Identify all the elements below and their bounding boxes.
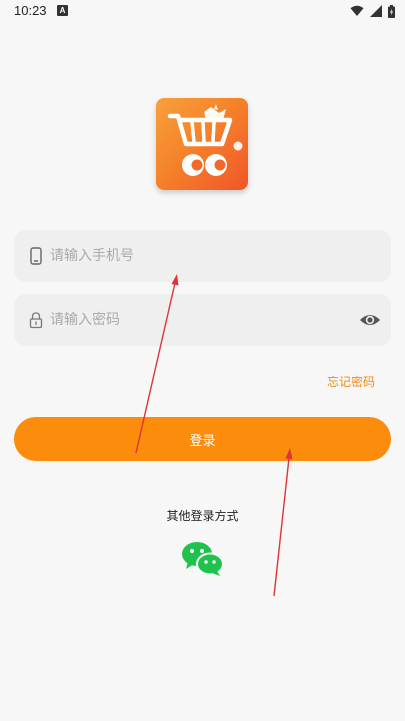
notification-icon: A [57,5,68,16]
login-button[interactable]: 登录 [14,417,391,461]
wifi-icon [350,5,364,16]
app-logo [156,98,248,190]
status-icons [350,4,395,18]
other-login-label: 其他登录方式 [166,509,239,523]
phone-icon [30,247,42,265]
password-input[interactable] [50,294,350,346]
shopping-cart-icon [167,104,243,176]
signal-icon [370,5,382,17]
password-field [14,294,391,346]
battery-icon [388,4,395,18]
forgot-password-link[interactable]: 忘记密码 [327,373,375,390]
lock-icon [29,312,43,329]
phone-field [14,230,391,282]
eye-icon[interactable] [359,310,381,330]
status-bar: 10:23 A [0,0,405,24]
wechat-icon[interactable] [181,541,225,577]
status-time: 10:23 [14,3,47,18]
phone-input[interactable] [50,230,350,282]
